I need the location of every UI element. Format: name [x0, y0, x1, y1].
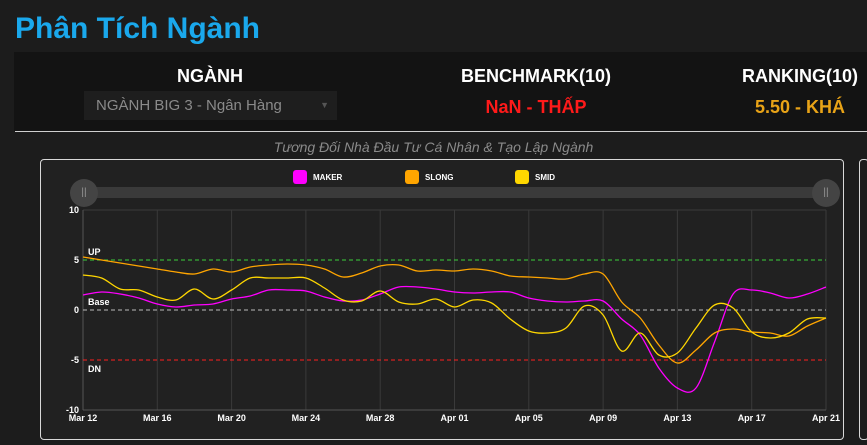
reference-label-base: Base — [88, 297, 110, 307]
y-tick-label: 10 — [69, 205, 79, 215]
x-tick-label: Mar 24 — [292, 413, 321, 423]
x-tick-label: Apr 05 — [515, 413, 543, 423]
y-tick-label: -10 — [66, 405, 79, 415]
x-tick-label: Apr 13 — [663, 413, 691, 423]
x-tick-label: Apr 09 — [589, 413, 617, 423]
x-tick-label: Mar 28 — [366, 413, 395, 423]
x-tick-label: Apr 17 — [738, 413, 766, 423]
y-tick-label: -5 — [71, 355, 79, 365]
reference-label-up: UP — [88, 247, 101, 257]
line-chart: Mar 12 Mar 16 Mar 20 Mar 24 Mar 28 Apr 01 Apr … — [66, 205, 840, 423]
x-tick-label: Mar 16 — [143, 413, 172, 423]
x-tick-label: Mar 20 — [217, 413, 246, 423]
x-tick-label: Apr 21 — [812, 413, 840, 423]
reference-label-dn: DN — [88, 364, 101, 374]
y-tick-label: 5 — [74, 255, 79, 265]
x-tick-label: Apr 01 — [440, 413, 468, 423]
y-tick-label: 0 — [74, 305, 79, 315]
